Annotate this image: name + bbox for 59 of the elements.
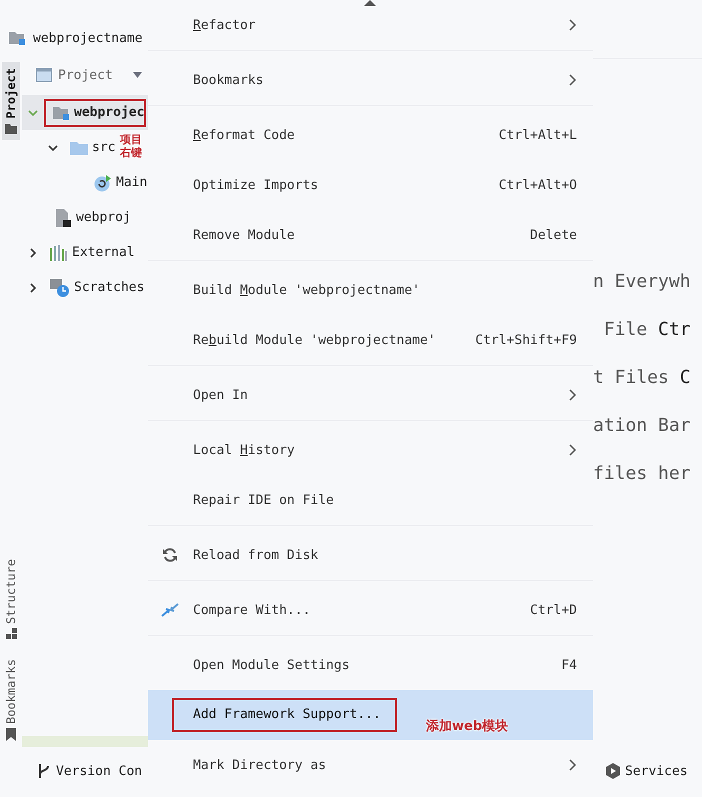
- editor-hint: File Ctr: [602, 318, 692, 342]
- bookmark-icon: [6, 728, 16, 741]
- compare-arrows-icon: [161, 601, 179, 619]
- annotation-note: 项目右键: [120, 133, 143, 159]
- chevron-icon[interactable]: [48, 142, 58, 152]
- services-icon: [605, 763, 621, 779]
- menu-item[interactable]: Mark Directory as: [148, 740, 593, 790]
- structure-icon: [6, 628, 16, 639]
- menu-item[interactable]: Local History: [148, 425, 593, 475]
- menu-item[interactable]: Remove Module Delete: [148, 210, 593, 260]
- annotation-note: 添加web模块: [426, 718, 508, 735]
- shortcut-label: Ctrl+Alt+L: [498, 128, 577, 142]
- menu-item[interactable]: Bookmarks: [148, 55, 593, 105]
- menu-item[interactable]: Reformat Code Ctrl+Alt+L: [148, 110, 593, 160]
- menu-item[interactable]: Add Framework Support... 添加web模块: [148, 690, 593, 740]
- editor-hint: t Files C: [593, 366, 692, 390]
- editor-hint: files her: [593, 462, 692, 486]
- side-tab[interactable]: Bookmarks: [2, 652, 20, 747]
- tree-item[interactable]: src: [22, 130, 120, 165]
- refresh-icon: [162, 547, 178, 563]
- shortcut-label: Delete: [530, 228, 577, 242]
- dropdown-icon: [133, 72, 142, 78]
- module-folder-icon: [52, 104, 70, 120]
- shortcut-label: F4: [561, 658, 577, 672]
- chevron-icon[interactable]: [28, 282, 38, 292]
- menu-item[interactable]: Rebuild Module 'webprojectname' Ctrl+Shift+F9: [148, 315, 593, 365]
- side-tab[interactable]: Project: [2, 62, 20, 140]
- file-icon: [56, 208, 72, 226]
- menu-item[interactable]: Repair IDE on File: [148, 475, 593, 525]
- menu-item[interactable]: Open Module Settings F4: [148, 640, 593, 690]
- chevron-icon[interactable]: [28, 248, 38, 258]
- shortcut-label: Ctrl+Shift+F9: [475, 332, 577, 348]
- class-icon: [94, 174, 112, 192]
- project-title[interactable]: webprojectname: [33, 30, 143, 46]
- folder-icon: [70, 140, 88, 154]
- branch-icon: [38, 764, 50, 778]
- shortcut-label: Ctrl+D: [530, 602, 577, 618]
- module-folder-icon: [8, 30, 26, 46]
- menu-item[interactable]: Build Module 'webprojectname': [148, 265, 593, 315]
- scratches-icon: [50, 278, 70, 296]
- libraries-icon: [50, 244, 68, 260]
- menu-item[interactable]: Refactor: [148, 0, 593, 50]
- view-selector[interactable]: Project: [22, 62, 148, 88]
- menu-item[interactable]: Open In: [148, 370, 593, 420]
- side-tab[interactable]: Structure: [2, 552, 20, 645]
- window-icon: [36, 68, 52, 82]
- version-control-tool[interactable]: Version Con: [22, 759, 148, 783]
- services-tool[interactable]: Services: [593, 759, 702, 783]
- editor-hint: ation Bar: [593, 414, 692, 438]
- tree-item[interactable]: External: [22, 235, 139, 270]
- menu-item[interactable]: Reload from Disk: [148, 530, 593, 580]
- menu-item[interactable]: Compare With... Ctrl+D: [148, 585, 593, 635]
- editor-hint: n Everywh: [593, 270, 692, 294]
- tree-item[interactable]: webproj: [22, 200, 135, 235]
- tree-item[interactable]: Scratches: [22, 270, 148, 305]
- tree-item[interactable]: webprojec: [22, 95, 148, 130]
- scroll-up-icon[interactable]: [364, 0, 376, 6]
- shortcut-label: Ctrl+Alt+O: [498, 178, 577, 192]
- folder-icon: [5, 122, 17, 134]
